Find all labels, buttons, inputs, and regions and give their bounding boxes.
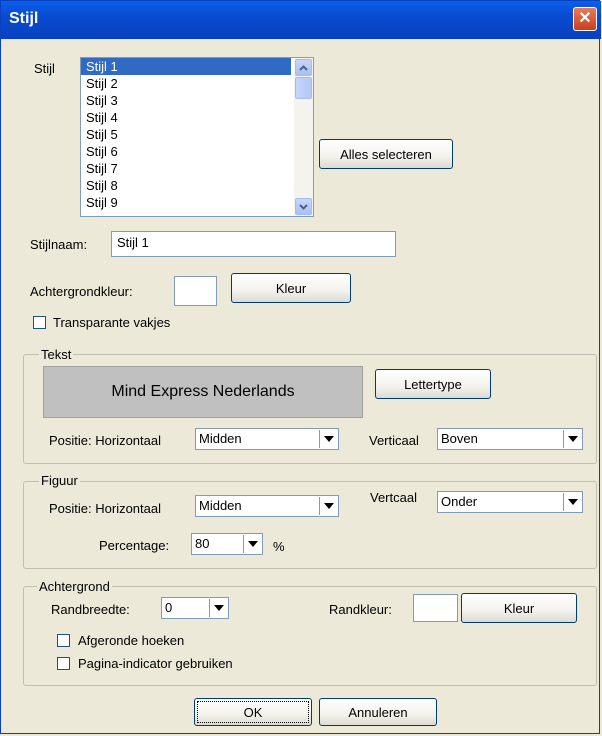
list-item[interactable]: Stijl 4 bbox=[81, 109, 291, 126]
dropdown-arrow-icon[interactable] bbox=[563, 493, 581, 511]
transparent-cells-checkbox[interactable] bbox=[33, 316, 46, 329]
border-width-dropdown[interactable]: 0 bbox=[161, 597, 229, 619]
list-item[interactable]: Stijl 9 bbox=[81, 194, 291, 211]
scroll-up-button[interactable] bbox=[295, 59, 312, 76]
percentage-unit: % bbox=[273, 539, 285, 554]
figure-vertical-label: Vertcaal bbox=[370, 490, 417, 505]
window-title: Stijl bbox=[9, 10, 39, 27]
border-color-button[interactable]: Kleur bbox=[461, 593, 577, 623]
text-group-label: Tekst bbox=[39, 347, 74, 362]
percentage-value: 80 bbox=[195, 536, 210, 551]
select-all-button[interactable]: Alles selecteren bbox=[319, 139, 453, 169]
dropdown-arrow-icon[interactable] bbox=[319, 430, 337, 448]
style-dialog: Stijl ✕ Stijl Stijl 1 Stijl 2 Stijl 3 Stijl… bbox=[0, 0, 601, 734]
dropdown-arrow-icon[interactable] bbox=[563, 430, 581, 448]
background-color-swatch bbox=[174, 276, 217, 306]
border-color-swatch bbox=[413, 594, 458, 622]
figure-vertical-value: Onder bbox=[441, 494, 478, 509]
chevron-down-icon bbox=[299, 203, 308, 210]
text-horizontal-value: Midden bbox=[199, 431, 242, 446]
style-name-field[interactable]: Stijl 1 bbox=[111, 231, 396, 257]
list-item[interactable]: Stijl 6 bbox=[81, 143, 291, 160]
listbox-scrollbar[interactable] bbox=[294, 58, 313, 216]
figure-horizontal-label: Positie: Horizontaal bbox=[49, 501, 161, 516]
list-item[interactable]: Stijl 7 bbox=[81, 160, 291, 177]
page-indicator-checkbox[interactable] bbox=[57, 657, 70, 670]
close-button[interactable]: ✕ bbox=[573, 7, 597, 31]
dropdown-arrow-icon[interactable] bbox=[243, 535, 261, 553]
border-color-label: Randkleur: bbox=[329, 602, 392, 617]
dropdown-arrow-icon[interactable] bbox=[319, 497, 337, 515]
background-group-label: Achtergrond bbox=[37, 579, 112, 594]
background-color-button[interactable]: Kleur bbox=[231, 273, 351, 303]
text-horizontal-dropdown[interactable]: Midden bbox=[195, 428, 339, 450]
style-list-items: Stijl 1 Stijl 2 Stijl 3 Stijl 4 Stijl 5 Stijl… bbox=[81, 58, 291, 211]
ok-button[interactable]: OK bbox=[194, 698, 312, 726]
chevron-up-icon bbox=[299, 64, 308, 71]
scroll-thumb[interactable] bbox=[295, 77, 312, 99]
figure-vertical-dropdown[interactable]: Onder bbox=[437, 491, 583, 513]
cancel-button[interactable]: Annuleren bbox=[319, 698, 437, 726]
style-list-label: Stijl bbox=[34, 61, 55, 76]
rounded-corners-checkbox[interactable] bbox=[57, 634, 70, 647]
text-vertical-label: Verticaal bbox=[369, 433, 419, 448]
background-color-label: Achtergrondkleur: bbox=[30, 284, 133, 299]
title-bar[interactable]: Stijl ✕ bbox=[1, 1, 601, 39]
dropdown-arrow-icon[interactable] bbox=[209, 599, 227, 617]
text-preview: Mind Express Nederlands bbox=[43, 366, 363, 418]
list-item[interactable]: Stijl 3 bbox=[81, 92, 291, 109]
figure-group-label: Figuur bbox=[39, 473, 80, 488]
percentage-label: Percentage: bbox=[99, 538, 170, 553]
style-name-label: Stijlnaam: bbox=[30, 237, 88, 252]
border-width-label: Randbreedte: bbox=[51, 602, 130, 617]
list-item[interactable]: Stijl 5 bbox=[81, 126, 291, 143]
style-listbox[interactable]: Stijl 1 Stijl 2 Stijl 3 Stijl 4 Stijl 5 Stijl… bbox=[80, 57, 314, 217]
percentage-dropdown[interactable]: 80 bbox=[191, 533, 263, 555]
page-indicator-label: Pagina-indicator gebruiken bbox=[78, 656, 233, 671]
text-vertical-dropdown[interactable]: Boven bbox=[437, 428, 583, 450]
figure-horizontal-dropdown[interactable]: Midden bbox=[195, 495, 339, 517]
list-item[interactable]: Stijl 2 bbox=[81, 75, 291, 92]
font-button[interactable]: Lettertype bbox=[375, 369, 491, 399]
border-width-value: 0 bbox=[165, 600, 173, 615]
list-item[interactable]: Stijl 1 bbox=[81, 58, 291, 75]
text-horizontal-label: Positie: Horizontaal bbox=[49, 433, 161, 448]
transparent-cells-label: Transparante vakjes bbox=[53, 315, 171, 330]
scroll-down-button[interactable] bbox=[295, 198, 312, 215]
figure-horizontal-value: Midden bbox=[199, 498, 242, 513]
list-item[interactable]: Stijl 8 bbox=[81, 177, 291, 194]
rounded-corners-label: Afgeronde hoeken bbox=[78, 633, 185, 648]
text-vertical-value: Boven bbox=[441, 431, 478, 446]
